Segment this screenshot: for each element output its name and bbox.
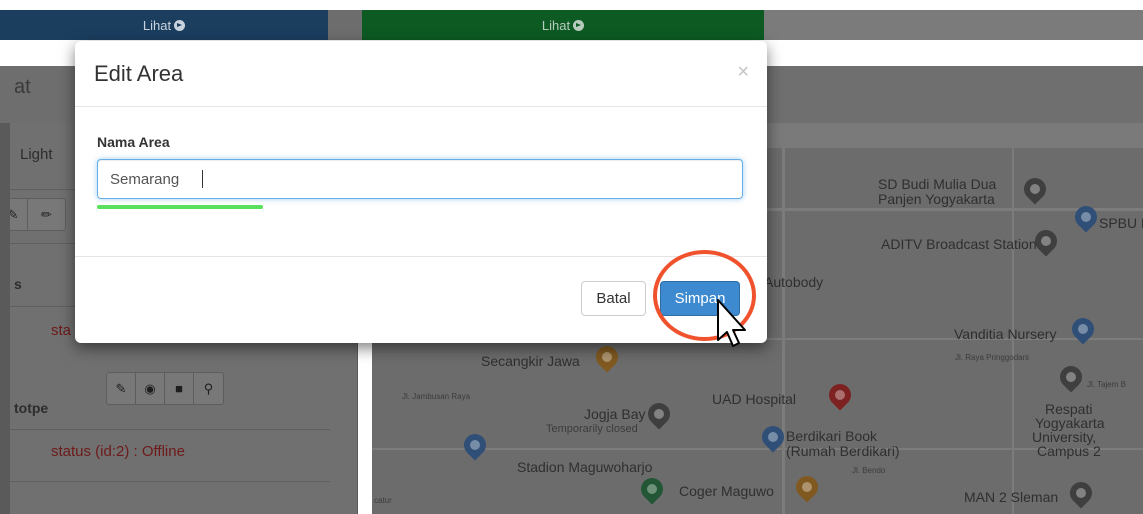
- close-icon[interactable]: ×: [737, 61, 749, 84]
- lihat-label: Lihat: [541, 17, 571, 33]
- place-pin-icon[interactable]: [643, 398, 675, 430]
- modal-divider: [75, 256, 767, 257]
- map-toolbar: [764, 123, 1143, 148]
- delete-icon[interactable]: ■: [165, 373, 194, 404]
- map-label-panjen: Panjen Yogyakarta: [878, 191, 995, 207]
- status-text-1: sta: [51, 322, 72, 339]
- map-label-bendo: Jl. Bendo: [852, 466, 886, 475]
- food-pin-icon[interactable]: [791, 471, 823, 503]
- modal-title: Edit Area: [94, 61, 184, 86]
- map-label-jambusan: Jl. Jambusan Raya: [402, 392, 471, 401]
- map-label-berdikari-2: (Rumah Berdikari): [786, 443, 900, 459]
- lihat-button-1[interactable]: Lihat: [0, 10, 328, 40]
- edit-icon[interactable]: ✎: [107, 373, 136, 404]
- mouse-pointer-icon: [717, 299, 746, 347]
- hospital-pin-icon[interactable]: [824, 379, 856, 411]
- divider: [0, 429, 330, 430]
- edit-area-modal: Edit Area × Nama Area Batal Simpan: [75, 41, 767, 343]
- cancel-button[interactable]: Batal: [581, 281, 646, 316]
- map-road: [372, 448, 1143, 450]
- map-label-stadion: Stadion Maguwoharjo: [517, 459, 653, 475]
- green-underline-annotation: [97, 205, 263, 209]
- map-label-sd-budi: SD Budi Mulia Dua: [878, 176, 997, 192]
- map-label-man2: MAN 2 Sleman: [964, 489, 1059, 505]
- device-status: status (id:2) : Offline: [51, 443, 185, 460]
- screen: Lihat Lihat at Light ✎ ✏ s sta ✎ ◉ ■ ⚲ t…: [0, 0, 1143, 514]
- map-label-aditv: ADITV Broadcast Station: [881, 236, 1037, 252]
- text-caret: [202, 170, 203, 188]
- location-icon[interactable]: ⚲: [194, 373, 223, 404]
- action-icons-2: ✎ ◉ ■ ⚲: [106, 372, 224, 405]
- nama-area-input[interactable]: [97, 159, 743, 199]
- map-label-jogja-bay: Jogja Bay: [584, 406, 646, 422]
- divider: [0, 481, 330, 482]
- map-label-coger: Coger Maguwo: [679, 483, 774, 499]
- cafe-pin-icon[interactable]: [591, 341, 623, 373]
- map-label-spbu: SPBU P: [1099, 215, 1143, 231]
- map-label-berdikari-1: Berdikari Book: [786, 428, 878, 444]
- map-road: [782, 148, 785, 514]
- map-label-temp-closed: Temporarily closed: [546, 423, 638, 435]
- top-right-area: [764, 10, 1143, 40]
- lihat-button-2[interactable]: Lihat: [362, 10, 764, 40]
- shop-pin-icon[interactable]: [459, 429, 491, 461]
- place-pin-icon[interactable]: [1019, 173, 1051, 205]
- edit-icon[interactable]: ✏: [28, 199, 65, 230]
- place-pin-icon[interactable]: [1055, 361, 1087, 393]
- device-name: totpe: [14, 400, 49, 416]
- map-label-uad: UAD Hospital: [712, 391, 797, 407]
- section-label: s: [14, 276, 22, 292]
- gas-station-pin-icon[interactable]: [1070, 201, 1102, 233]
- light-label: Light: [20, 146, 53, 163]
- left-edge: [0, 123, 10, 514]
- map-label-road: Jl. Raya Pringgodani: [955, 353, 1029, 362]
- park-pin-icon[interactable]: [636, 473, 668, 505]
- map-label-catur: catur: [374, 496, 392, 505]
- view-icon[interactable]: ◉: [136, 373, 165, 404]
- map-label-respati-4: Campus 2: [1037, 443, 1101, 459]
- school-pin-icon[interactable]: [1065, 477, 1097, 509]
- map-label-vanditia: Vanditia Nursery: [954, 326, 1057, 342]
- nama-area-label: Nama Area: [97, 134, 170, 150]
- arrow-circle-right-icon: [174, 19, 186, 31]
- header-left: [0, 66, 72, 123]
- map-label-secangkir: Secangkir Jawa: [481, 353, 580, 369]
- top-gap: [328, 10, 362, 40]
- modal-divider: [75, 106, 767, 107]
- page-header-label: at: [14, 76, 31, 98]
- lihat-label: Lihat: [142, 17, 172, 33]
- map-label-tajem: Jl. Tajem B: [1087, 380, 1126, 389]
- arrow-circle-right-icon: [573, 19, 585, 31]
